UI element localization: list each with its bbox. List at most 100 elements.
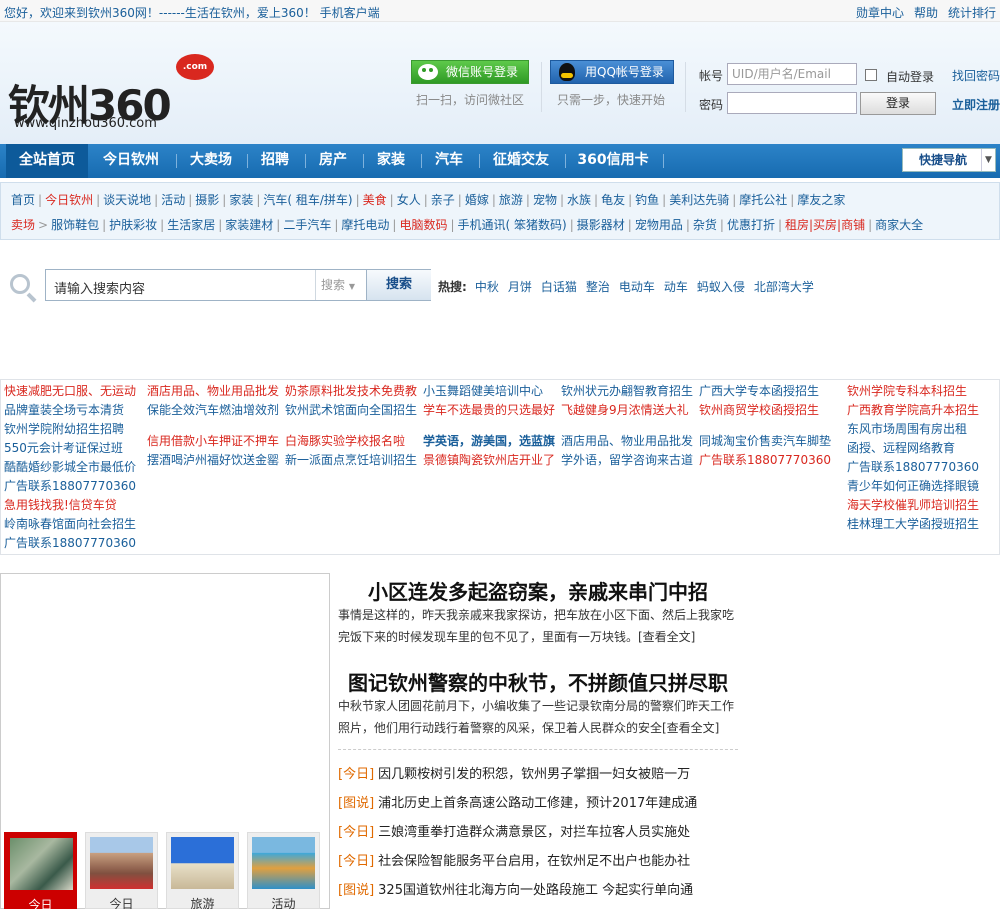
ad-link[interactable]: 函授、远程网络教育	[847, 439, 955, 458]
cat-link[interactable]: 宠物	[533, 193, 557, 207]
cat-link[interactable]: 亲子	[431, 193, 455, 207]
headline-2[interactable]: 图记钦州警察的中秋节，不拼颜值只拼尽职	[338, 667, 738, 696]
ad-link[interactable]: 东风市场周围有房出租	[847, 420, 967, 439]
find-password-link[interactable]: 找回密码	[952, 67, 1000, 84]
ad-link[interactable]: 新一派面点烹饪培训招生	[285, 451, 417, 470]
site-logo[interactable]: 钦州360 .com www.qinzhou360.com	[8, 52, 218, 132]
ad-link[interactable]: 酒店用品、物业用品批发	[147, 382, 279, 401]
news-list-item[interactable]: [今日] 社会保险智能服务平台启用，在钦州足不出户也能办社	[338, 850, 738, 869]
cat-link[interactable]: 活动	[161, 193, 185, 207]
ad-link[interactable]: 钦州学院附幼招生招聘	[4, 420, 124, 439]
cat-link[interactable]: 租房|买房|商铺	[785, 218, 865, 232]
cat-link[interactable]: 电脑数码	[399, 218, 447, 232]
cat-link[interactable]: 美利达先骑	[669, 193, 729, 207]
ad-link[interactable]: 奶茶原料批发技术免费教	[285, 382, 417, 401]
slider-thumb[interactable]: 旅游	[166, 832, 239, 909]
ad-link[interactable]: 同城淘宝价售卖汽车脚垫	[699, 432, 831, 451]
ad-link[interactable]: 广西大学专本函授招生	[699, 382, 819, 401]
ad-link[interactable]: 550元会计考证保过班	[4, 439, 123, 458]
search-type-select[interactable]: 搜索 ▼	[315, 270, 365, 300]
cat-link[interactable]: 手机通讯( 笨猪数码)	[458, 218, 567, 232]
hot-keyword[interactable]: 整治	[586, 280, 610, 294]
ad-link[interactable]: 信用借款小车押证不押车	[147, 432, 279, 451]
hot-keyword[interactable]: 月饼	[508, 280, 532, 294]
ad-link[interactable]: 桂林理工大学函授班招生	[847, 515, 979, 534]
slider-thumb[interactable]: 活动	[247, 832, 320, 909]
ad-link[interactable]: 广告联系18807770360	[847, 458, 979, 477]
cat-link[interactable]: 卖场	[11, 218, 35, 232]
ad-link[interactable]: 品牌童装全场亏本清货	[4, 401, 124, 420]
cat-link[interactable]: 摩托电动	[341, 218, 389, 232]
hot-keyword[interactable]: 动车	[664, 280, 688, 294]
nav-credit-card[interactable]: 360信用卡	[570, 144, 656, 178]
cat-link[interactable]: 商家大全	[875, 218, 923, 232]
quick-nav-dropdown[interactable]: 快捷导航 ▼	[902, 148, 996, 172]
ad-link[interactable]: 酒店用品、物业用品批发	[561, 432, 693, 451]
ad-link[interactable]: 小玉舞蹈健美培训中心	[423, 382, 543, 401]
ad-link[interactable]: 学英语，游美国，选蓝旗	[423, 432, 555, 451]
ad-link[interactable]: 保能全效汽车燃油增效剂	[147, 401, 279, 420]
nav-jobs[interactable]: 招聘	[252, 144, 298, 178]
ad-link[interactable]: 景德镇陶瓷钦州店开业了	[423, 451, 555, 470]
ad-link[interactable]: 钦州武术馆面向全国招生	[285, 401, 417, 420]
cat-link[interactable]: 今日钦州	[45, 193, 93, 207]
nav-car[interactable]: 汽车	[426, 144, 472, 178]
slider-thumb[interactable]: 今日	[4, 832, 77, 909]
stats-link[interactable]: 统计排行	[948, 6, 996, 20]
ad-link[interactable]: 摆酒喝泸州福好饮送金罂	[147, 451, 279, 470]
cat-link[interactable]: 汽车( 租车/拼车)	[263, 193, 352, 207]
ad-link[interactable]: 快速减肥无口服、无运动	[4, 382, 136, 401]
account-input[interactable]: UID/用户名/Email	[727, 63, 857, 85]
ad-link[interactable]: 广西教育学院高升本招生	[847, 401, 979, 420]
login-button[interactable]: 登录	[860, 92, 936, 115]
nav-mall[interactable]: 大卖场	[182, 144, 240, 178]
register-link[interactable]: 立即注册	[952, 96, 1000, 113]
cat-link[interactable]: 宠物用品	[635, 218, 683, 232]
cat-link[interactable]: 摄影	[195, 193, 219, 207]
ad-link[interactable]: 青少年如何正确选择眼镜	[847, 477, 979, 496]
ad-link[interactable]: 岭南咏春馆面向社会招生	[4, 515, 136, 534]
nav-decor[interactable]: 家装	[368, 144, 414, 178]
password-input[interactable]	[727, 92, 857, 114]
ad-link[interactable]: 飞越健身9月浓情送大礼	[561, 401, 689, 420]
nav-home[interactable]: 全站首页	[6, 144, 88, 178]
cat-link[interactable]: 家装	[229, 193, 253, 207]
cat-link[interactable]: 婚嫁	[465, 193, 489, 207]
hot-keyword[interactable]: 中秋	[475, 280, 499, 294]
cat-link[interactable]: 摩友之家	[797, 193, 845, 207]
cat-link[interactable]: 生活家居	[167, 218, 215, 232]
cat-link[interactable]: 摩托公社	[739, 193, 787, 207]
hot-keyword[interactable]: 北部湾大学	[754, 280, 814, 294]
news-list-item[interactable]: [图说] 浦北历史上首条高速公路动工修建，预计2017年建成通	[338, 792, 738, 811]
news-list-item[interactable]: [图说] 325国道钦州往北海方向一处路段施工 今起实行单向通	[338, 879, 738, 898]
cat-link[interactable]: 优惠打折	[727, 218, 775, 232]
ad-link[interactable]: 海天学校催乳师培训招生	[847, 496, 979, 515]
headline-1[interactable]: 小区连发多起盗窃案，亲戚来串门中招	[338, 576, 738, 605]
ad-link[interactable]: 学外语，留学咨询来古道	[561, 451, 693, 470]
ad-link[interactable]: 钦州学院专科本科招生	[847, 382, 967, 401]
cat-link[interactable]: 摄影器材	[577, 218, 625, 232]
cat-link[interactable]: 旅游	[499, 193, 523, 207]
ad-link[interactable]: 白海豚实验学校报名啦	[285, 432, 405, 451]
hot-keyword[interactable]: 蚂蚁入侵	[697, 280, 745, 294]
ad-link[interactable]: 广告联系18807770360	[4, 534, 136, 553]
search-button[interactable]: 搜索	[366, 270, 431, 300]
hot-keyword[interactable]: 白话猫	[541, 280, 577, 294]
search-input[interactable]: 请输入搜索内容	[54, 278, 145, 297]
cat-link[interactable]: 首页	[11, 193, 35, 207]
cat-link[interactable]: 女人	[397, 193, 421, 207]
ad-link[interactable]: 学车不选最贵的只选最好	[423, 401, 555, 420]
nav-house[interactable]: 房产	[310, 144, 356, 178]
wechat-login-button[interactable]: 微信账号登录	[411, 60, 529, 84]
cat-link[interactable]: 钓鱼	[635, 193, 659, 207]
news-list-item[interactable]: [今日] 三娘湾重拳打造群众满意景区，对拦车拉客人员实施处	[338, 821, 738, 840]
medal-center-link[interactable]: 勋章中心	[856, 6, 904, 20]
ad-link[interactable]: 钦州状元办翩智教育招生	[561, 382, 693, 401]
cat-link[interactable]: 二手汽车	[283, 218, 331, 232]
cat-link[interactable]: 家装建材	[225, 218, 273, 232]
cat-link[interactable]: 谈天说地	[103, 193, 151, 207]
auto-login-checkbox[interactable]	[865, 69, 877, 81]
ad-link[interactable]: 广告联系18807770360	[4, 477, 136, 496]
nav-dating[interactable]: 征婚交友	[484, 144, 558, 178]
ad-link[interactable]: 钦州商贸学校函授招生	[699, 401, 819, 420]
